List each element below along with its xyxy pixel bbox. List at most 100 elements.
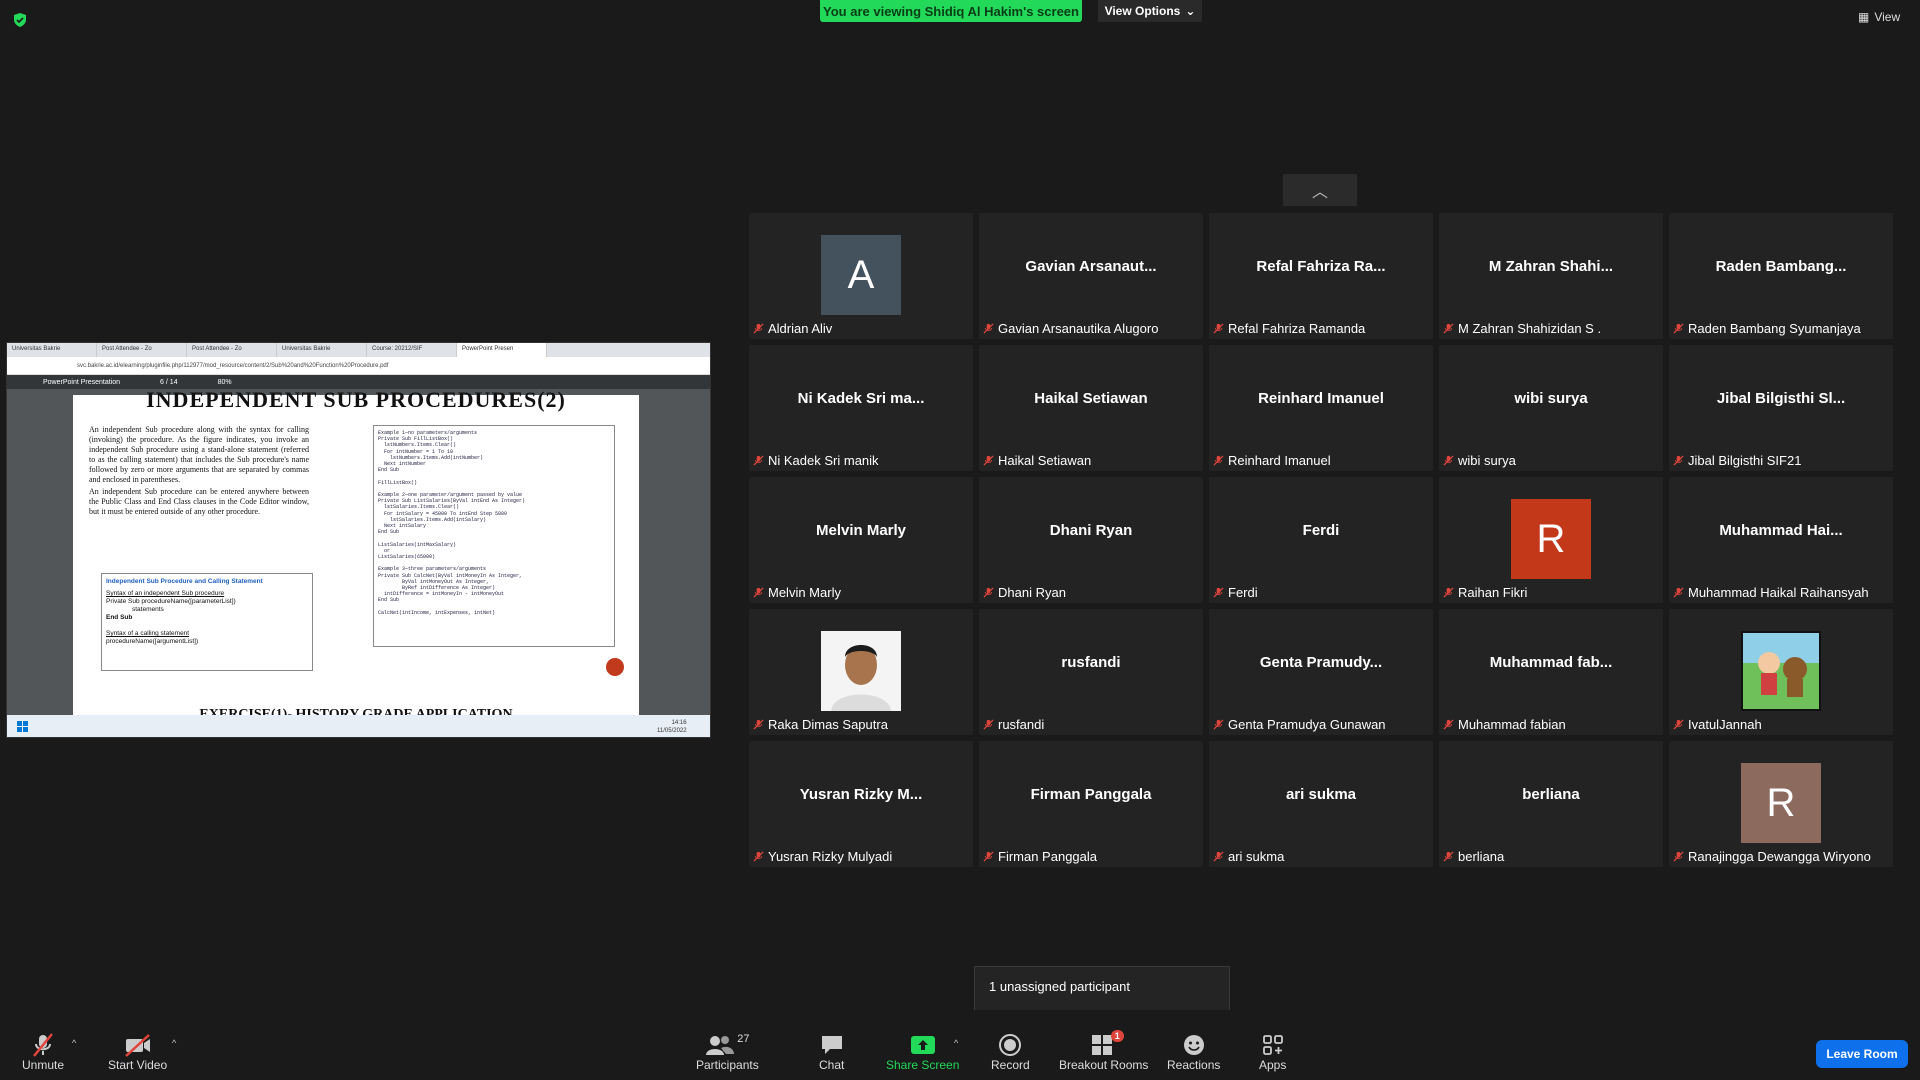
- participant-name-label: rusfandi: [983, 717, 1044, 732]
- avatar-initial: A: [847, 252, 875, 297]
- participant-name-label: Ferdi: [1213, 585, 1258, 600]
- participant-name-label: Genta Pramudya Gunawan: [1213, 717, 1386, 732]
- breakout-rooms-button[interactable]: 1 Breakout Rooms: [1059, 1030, 1148, 1072]
- participant-tile[interactable]: Genta Pramudy... Genta Pramudya Gunawan: [1209, 609, 1433, 735]
- unmute-button[interactable]: Unmute: [22, 1032, 64, 1072]
- participant-tile[interactable]: Firman Panggala Firman Panggala: [979, 741, 1203, 867]
- participant-tile[interactable]: IvatulJannah: [1669, 609, 1893, 735]
- participant-tile[interactable]: Ferdi Ferdi: [1209, 477, 1433, 603]
- reactions-button[interactable]: Reactions: [1167, 1032, 1220, 1072]
- participant-tile[interactable]: ari sukma ari sukma: [1209, 741, 1433, 867]
- participant-name: berliana: [1458, 849, 1505, 864]
- red-dot-icon: [606, 658, 624, 676]
- participant-tile[interactable]: Melvin Marly Melvin Marly: [749, 477, 973, 603]
- participant-name: M Zahran Shahizidan S .: [1458, 321, 1602, 336]
- share-options-caret-icon[interactable]: ^: [954, 1038, 958, 1048]
- chat-button[interactable]: Chat: [819, 1032, 844, 1072]
- muted-mic-icon: [753, 719, 764, 730]
- participant-name: IvatulJannah: [1688, 717, 1762, 732]
- record-button[interactable]: Record: [991, 1032, 1030, 1072]
- participant-avatar: A: [821, 235, 901, 315]
- taskbar-clock-date: 11/05/2022: [657, 728, 687, 734]
- participant-name-label: Ni Kadek Sri manik: [753, 453, 879, 468]
- participant-name-label: Haikal Setiawan: [983, 453, 1091, 468]
- participant-name-label: berliana: [1443, 849, 1504, 864]
- participant-tile[interactable]: Raden Bambang... Raden Bambang Syumanjaya: [1669, 213, 1893, 339]
- taskbar-clock-time: 14:16: [671, 720, 687, 726]
- muted-mic-icon: [1213, 587, 1224, 598]
- view-options-button[interactable]: View Options ⌄: [1098, 0, 1202, 22]
- browser-tab-active[interactable]: PowerPoint Presen: [457, 343, 547, 357]
- record-icon: [998, 1032, 1022, 1058]
- participant-tile[interactable]: wibi surya wibi surya: [1439, 345, 1663, 471]
- pdf-page-indicator[interactable]: 6 / 14: [160, 379, 178, 386]
- participant-tile[interactable]: berliana berliana: [1439, 741, 1663, 867]
- participant-tile[interactable]: Muhammad fab... Muhammad fabian: [1439, 609, 1663, 735]
- participant-tile[interactable]: Ni Kadek Sri ma... Ni Kadek Sri manik: [749, 345, 973, 471]
- participant-name: Ni Kadek Sri manik: [768, 453, 879, 468]
- participant-name: Raihan Fikri: [1458, 585, 1528, 600]
- participant-tile[interactable]: rusfandi rusfandi: [979, 609, 1203, 735]
- pdf-page-total: / 14: [165, 378, 178, 386]
- muted-mic-icon: [1443, 587, 1454, 598]
- participant-tile[interactable]: Refal Fahriza Ra... Refal Fahriza Ramanda: [1209, 213, 1433, 339]
- audio-options-caret-icon[interactable]: ^: [72, 1038, 76, 1048]
- participant-tile[interactable]: Yusran Rizky M... Yusran Rizky Mulyadi: [749, 741, 973, 867]
- muted-mic-icon: [1673, 719, 1684, 730]
- participant-name-label: Raka Dimas Saputra: [753, 717, 888, 732]
- browser-tab[interactable]: Universitas Bakrie: [277, 343, 367, 357]
- encryption-shield-icon[interactable]: [12, 12, 28, 28]
- syntax-label: Syntax of a calling statement: [106, 630, 190, 637]
- participant-tile[interactable]: M Zahran Shahi... M Zahran Shahizidan S .: [1439, 213, 1663, 339]
- participant-tile[interactable]: A Aldrian Aliv: [749, 213, 973, 339]
- participant-name: Raden Bambang Syumanjaya: [1688, 321, 1861, 336]
- participant-name-label: Aldrian Aliv: [753, 321, 832, 336]
- participant-tile[interactable]: Jibal Bilgisthi Sl... Jibal Bilgisthi SIF…: [1669, 345, 1893, 471]
- apps-button[interactable]: Apps: [1259, 1032, 1286, 1072]
- pdf-page-number: 6: [160, 378, 164, 386]
- participants-button[interactable]: 27 Participants: [696, 1032, 759, 1072]
- share-screen-button[interactable]: Share Screen: [886, 1032, 959, 1072]
- participant-name-label: M Zahran Shahizidan S .: [1443, 321, 1601, 336]
- participant-display-name: wibi surya: [1514, 390, 1588, 407]
- breakout-badge: 1: [1110, 1030, 1124, 1042]
- participant-name: Aldrian Aliv: [768, 321, 833, 336]
- share-screen-icon: [910, 1032, 936, 1058]
- browser-tab[interactable]: Post Attendee - Zo: [187, 343, 277, 357]
- windows-start-icon[interactable]: [17, 721, 29, 733]
- participant-tile[interactable]: Dhani Ryan Dhani Ryan: [979, 477, 1203, 603]
- muted-mic-icon: [1443, 719, 1454, 730]
- participant-name-label: Melvin Marly: [753, 585, 841, 600]
- participant-display-name: Muhammad fab...: [1489, 654, 1613, 671]
- unassigned-participant-tooltip: 1 unassigned participant: [974, 966, 1230, 1012]
- participant-name: Haikal Setiawan: [998, 453, 1092, 468]
- view-button[interactable]: ▦ View: [1858, 10, 1900, 24]
- participant-name: Refal Fahriza Ramanda: [1228, 321, 1366, 336]
- participant-name: rusfandi: [998, 717, 1045, 732]
- participant-tile[interactable]: R Ranajingga Dewangga Wiryono: [1669, 741, 1893, 867]
- participant-name: ari sukma: [1228, 849, 1285, 864]
- video-options-caret-icon[interactable]: ^: [172, 1038, 176, 1048]
- browser-tab[interactable]: Post Attendee - Zo: [97, 343, 187, 357]
- collapse-gallery-button[interactable]: ︿: [1283, 174, 1357, 206]
- start-video-button[interactable]: Start Video: [108, 1032, 167, 1072]
- browser-tab[interactable]: Course: 20212/SIF: [367, 343, 457, 357]
- apps-icon: [1262, 1032, 1284, 1058]
- participant-tile[interactable]: Muhammad Hai... Muhammad Haikal Raihansya…: [1669, 477, 1893, 603]
- participants-label: Participants: [696, 1058, 759, 1072]
- participant-tile[interactable]: Reinhard Imanuel Reinhard Imanuel: [1209, 345, 1433, 471]
- pdf-zoom[interactable]: 80%: [218, 379, 232, 386]
- participant-name-label: Raden Bambang Syumanjaya: [1673, 321, 1861, 336]
- participant-tile[interactable]: Gavian Arsanaut... Gavian Arsanautika Alu…: [979, 213, 1203, 339]
- shared-screen[interactable]: Universitas Bakrie Post Attendee - Zo Po…: [6, 342, 711, 738]
- participant-tile[interactable]: Raka Dimas Saputra: [749, 609, 973, 735]
- participant-tile[interactable]: Haikal Setiawan Haikal Setiawan: [979, 345, 1203, 471]
- participant-name: Ferdi: [1228, 585, 1258, 600]
- avatar-initial: R: [1536, 516, 1566, 561]
- participant-name-label: ari sukma: [1213, 849, 1284, 864]
- browser-tab[interactable]: Universitas Bakrie: [7, 343, 97, 357]
- participant-tile[interactable]: R Raihan Fikri: [1439, 477, 1663, 603]
- leave-room-button[interactable]: Leave Room: [1816, 1040, 1908, 1068]
- muted-mic-icon: [983, 587, 994, 598]
- browser-address-bar[interactable]: svc.bakrie.ac.id/elearning/pluginfile.ph…: [7, 357, 710, 375]
